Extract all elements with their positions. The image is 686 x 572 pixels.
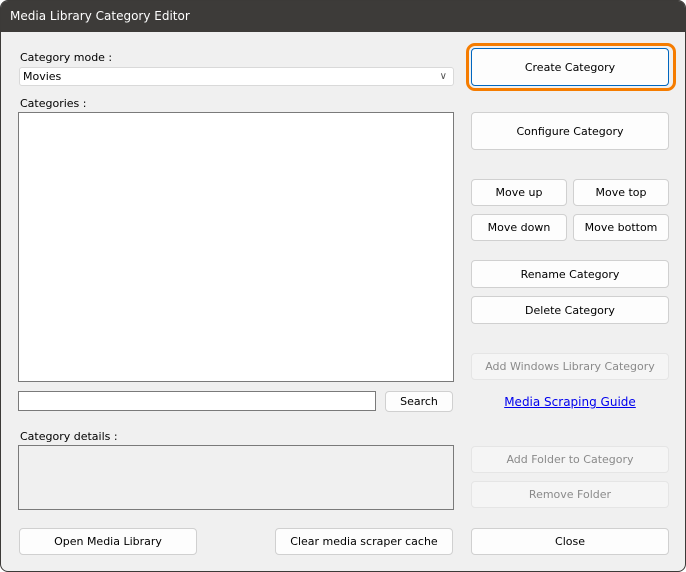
categories-label: Categories : <box>20 97 87 110</box>
categories-list[interactable] <box>18 112 454 382</box>
close-button[interactable]: Close <box>471 528 669 555</box>
configure-category-button[interactable]: Configure Category <box>471 112 669 150</box>
add-folder-button[interactable]: Add Folder to Category <box>471 446 669 473</box>
category-mode-select[interactable]: Movies ∨ <box>19 67 454 86</box>
delete-category-button[interactable]: Delete Category <box>471 296 669 324</box>
category-mode-value: Movies <box>23 70 62 83</box>
move-down-button[interactable]: Move down <box>471 214 567 241</box>
rename-category-button[interactable]: Rename Category <box>471 260 669 288</box>
move-up-button[interactable]: Move up <box>471 179 567 206</box>
category-details-box <box>18 445 454 510</box>
category-details-label: Category details : <box>20 430 118 443</box>
search-button[interactable]: Search <box>385 391 453 412</box>
clear-scraper-cache-button[interactable]: Clear media scraper cache <box>275 528 453 555</box>
create-category-button[interactable]: Create Category <box>471 48 669 86</box>
move-top-button[interactable]: Move top <box>573 179 669 206</box>
move-bottom-button[interactable]: Move bottom <box>573 214 669 241</box>
search-input[interactable] <box>18 391 376 411</box>
open-media-library-button[interactable]: Open Media Library <box>19 528 197 555</box>
category-editor-window: Media Library Category Editor Category m… <box>0 0 686 572</box>
add-windows-library-category-button[interactable]: Add Windows Library Category <box>471 353 669 380</box>
remove-folder-button[interactable]: Remove Folder <box>471 481 669 508</box>
window-title: Media Library Category Editor <box>1 1 685 32</box>
chevron-down-icon: ∨ <box>439 71 447 82</box>
media-scraping-guide-link[interactable]: Media Scraping Guide <box>471 395 669 409</box>
category-mode-label: Category mode : <box>20 51 113 64</box>
